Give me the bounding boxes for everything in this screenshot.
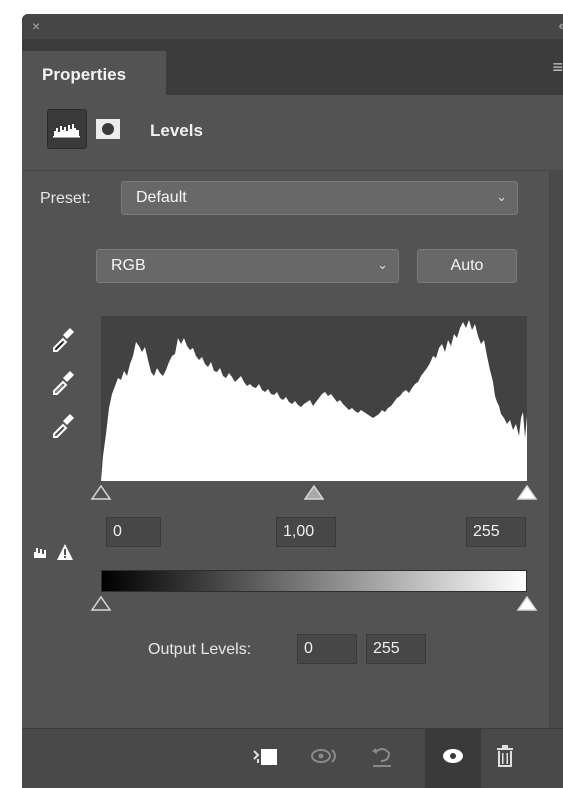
input-black-slider[interactable] [90,485,112,501]
levels-adjustment-icon[interactable] [47,109,87,149]
panel-top-strip: × ‹‹ [22,14,563,39]
reset-icon[interactable] [365,739,399,773]
close-icon[interactable]: × [32,18,40,34]
bottom-toolbar [22,728,563,788]
histogram-fill [101,320,527,481]
input-gamma-slider[interactable] [303,485,325,501]
input-black-field[interactable]: 0 [106,517,161,547]
chevron-down-icon: ⌄ [496,189,507,204]
auto-button[interactable]: Auto [417,249,517,283]
calculate-histogram-warning-icon[interactable] [32,536,84,564]
output-white-slider[interactable] [516,596,538,612]
black-point-eyedropper-icon[interactable] [50,326,76,352]
input-gamma-field[interactable]: 1,00 [276,517,336,547]
levels-content: Preset: Default ⌄ RGB ⌄ Auto 0 1,00 255 … [22,170,549,729]
input-white-slider[interactable] [516,485,538,501]
view-previous-state-icon[interactable] [308,739,342,773]
delete-icon[interactable] [488,739,522,773]
properties-header: Levels [22,95,563,170]
mask-icon[interactable] [94,115,124,143]
collapse-icon[interactable]: ‹‹ [558,18,563,33]
auto-button-label: Auto [450,257,484,274]
channel-dropdown[interactable]: RGB ⌄ [96,249,399,283]
output-black-field[interactable]: 0 [297,634,357,664]
clip-to-layer-icon[interactable] [248,739,282,773]
output-black-slider[interactable] [90,596,112,612]
preset-value: Default [136,189,187,206]
panel-menu-icon[interactable]: ≡ [552,57,563,78]
output-gradient-bar [101,570,527,592]
chevron-down-icon: ⌄ [377,257,388,272]
channel-value: RGB [111,257,146,274]
properties-panel: × ‹‹ Properties ≡ Levels Preset: Default… [22,14,563,788]
histogram [101,316,527,481]
tab-properties[interactable]: Properties [22,51,166,95]
adjustment-title: Levels [150,121,203,140]
output-levels-label: Output Levels: [148,641,252,658]
visibility-eye-icon[interactable] [436,739,470,773]
preset-dropdown[interactable]: Default ⌄ [121,181,518,215]
output-white-field[interactable]: 255 [366,634,426,664]
tab-bar: Properties ≡ [22,39,563,95]
white-point-eyedropper-icon[interactable] [50,412,76,438]
scrollbar[interactable] [549,170,563,728]
gray-point-eyedropper-icon[interactable] [50,369,76,395]
tab-properties-label: Properties [42,65,127,84]
preset-label: Preset: [40,190,91,207]
input-white-field[interactable]: 255 [466,517,526,547]
